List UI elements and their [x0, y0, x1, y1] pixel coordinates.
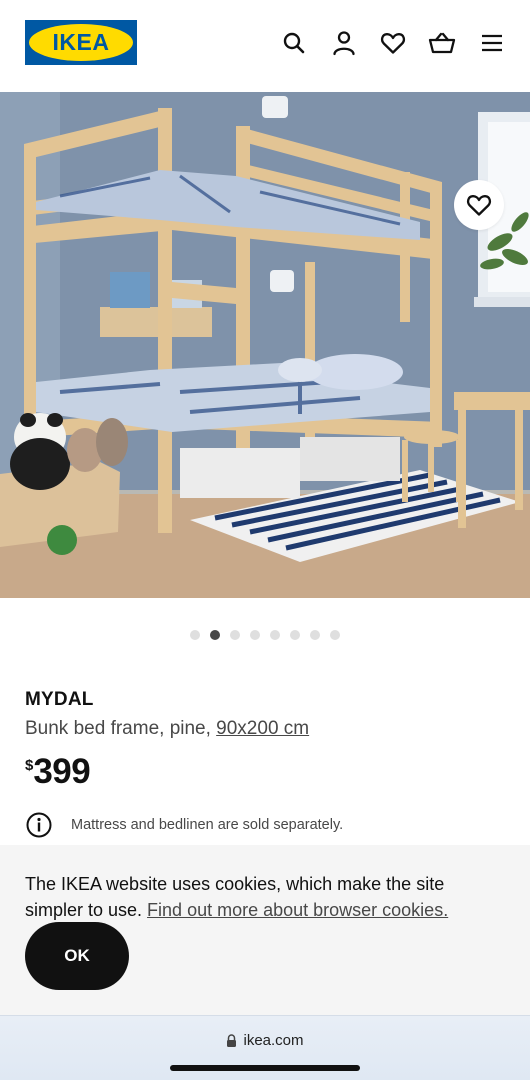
logo-text: IKEA — [52, 29, 110, 55]
notice-text: Mattress and bedlinen are sold separatel… — [71, 817, 344, 833]
image-carousel-dots — [0, 630, 530, 640]
price-amount: 399 — [33, 752, 91, 791]
carousel-dot[interactable] — [250, 630, 260, 640]
product-size-link[interactable]: 90x200 cm — [216, 718, 309, 739]
menu-icon[interactable] — [478, 29, 506, 57]
product-name: MYDAL — [25, 689, 94, 710]
basket-icon[interactable] — [428, 29, 456, 57]
cookie-banner: The IKEA website uses cookies, which mak… — [0, 845, 530, 1015]
product-description: Bunk bed frame, pine, 90x200 cm — [25, 718, 309, 740]
price-currency: $ — [25, 757, 34, 774]
carousel-dot[interactable] — [310, 630, 320, 640]
heart-icon — [466, 195, 492, 216]
top-header: IKEA — [0, 0, 530, 92]
carousel-dot[interactable] — [290, 630, 300, 640]
heart-icon[interactable] — [379, 29, 407, 57]
cookie-message: The IKEA website uses cookies, which mak… — [25, 871, 495, 923]
search-icon[interactable] — [280, 29, 308, 57]
bunk-bed-photo — [0, 92, 530, 598]
carousel-dot[interactable] — [230, 630, 240, 640]
url-text: ikea.com — [243, 1032, 304, 1049]
lock-icon — [227, 1034, 237, 1047]
cookie-ok-button[interactable]: OK — [25, 922, 129, 990]
ikea-logo[interactable]: IKEA — [25, 20, 137, 65]
browser-toolbar: ikea.com — [0, 1015, 530, 1080]
carousel-dot[interactable] — [190, 630, 200, 640]
home-indicator[interactable] — [170, 1065, 360, 1071]
carousel-dot[interactable] — [210, 630, 220, 640]
user-icon[interactable] — [330, 29, 358, 57]
logo-oval: IKEA — [29, 24, 133, 61]
carousel-dot[interactable] — [330, 630, 340, 640]
save-to-favorites-button[interactable] — [454, 180, 504, 230]
product-price: $ 399 — [25, 752, 91, 792]
carousel-dot[interactable] — [270, 630, 280, 640]
product-type: Bunk bed frame, pine, — [25, 718, 217, 739]
address-bar[interactable]: ikea.com — [0, 1032, 530, 1049]
product-image[interactable] — [0, 92, 530, 598]
info-icon — [26, 812, 52, 838]
cookie-info-link[interactable]: Find out more about browser cookies. — [147, 900, 448, 920]
sold-separately-notice: Mattress and bedlinen are sold separatel… — [25, 811, 343, 839]
